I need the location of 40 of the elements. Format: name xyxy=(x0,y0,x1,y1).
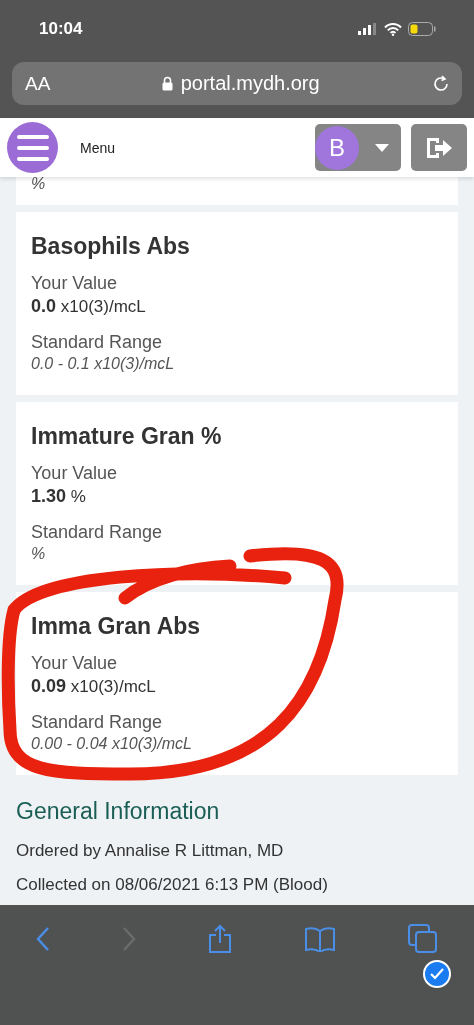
lock-icon xyxy=(161,76,173,91)
check-badge-icon xyxy=(423,960,451,988)
standard-range: 0.00 - 0.04 x10(3)/mcL xyxy=(31,734,192,754)
value-label: Your Value xyxy=(31,462,118,484)
result-value: 0.09 x10(3)/mcL xyxy=(31,675,156,698)
range-label: Standard Range xyxy=(31,711,163,733)
address-bar[interactable]: AA portal.mydh.org xyxy=(12,62,462,105)
result-name: Imma Gran Abs xyxy=(31,613,201,640)
value-label: Your Value xyxy=(31,652,118,674)
standard-range: % xyxy=(31,174,46,194)
tabs-button[interactable] xyxy=(408,924,438,954)
url-text: portal.mydh.org xyxy=(180,72,320,95)
share-button[interactable] xyxy=(208,924,232,954)
status-time: 10:04 xyxy=(39,19,83,39)
info-line: Collected on 08/06/2021 6:13 PM (Blood) xyxy=(16,875,328,895)
logout-button[interactable] xyxy=(411,124,467,171)
battery-icon xyxy=(408,22,436,36)
range-label: Standard Range xyxy=(31,521,163,543)
menu-label: Menu xyxy=(80,139,117,156)
result-value: 1.30 % xyxy=(31,485,86,508)
signal-icon xyxy=(358,23,378,35)
bookmarks-button[interactable] xyxy=(304,924,336,954)
section-heading: General Information xyxy=(16,798,220,825)
logout-icon xyxy=(425,135,453,160)
text-size-button[interactable]: AA xyxy=(25,72,51,95)
wifi-icon xyxy=(384,22,402,36)
value-label: Your Value xyxy=(31,272,118,294)
standard-range: 0.0 - 0.1 x10(3)/mcL xyxy=(31,354,175,374)
menu-button[interactable] xyxy=(7,122,58,173)
range-label: Standard Range xyxy=(31,331,163,353)
result-value: 0.0 x10(3)/mcL xyxy=(31,295,146,318)
menu-icon xyxy=(16,134,49,161)
info-line: Ordered by Annalise R Littman, MD xyxy=(16,841,284,861)
reload-icon[interactable] xyxy=(431,73,451,94)
account-dropdown[interactable]: B xyxy=(315,124,401,171)
standard-range: % xyxy=(31,544,46,564)
result-name: Immature Gran % xyxy=(31,423,222,450)
result-name: Basophils Abs xyxy=(31,233,190,260)
caret-icon xyxy=(375,143,389,152)
avatar: B xyxy=(315,125,359,170)
